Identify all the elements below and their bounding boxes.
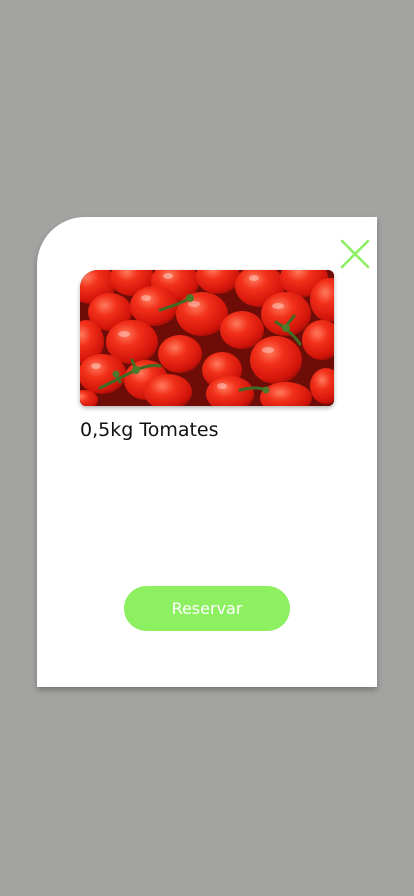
reserve-button[interactable]: Reservar: [124, 586, 290, 631]
product-image: [80, 270, 334, 406]
tomatoes-image: [80, 270, 334, 406]
close-icon: [340, 239, 370, 269]
product-modal: 0,5kg Tomates Reservar: [37, 217, 377, 687]
product-title: 0,5kg Tomates: [80, 419, 219, 441]
close-button[interactable]: [340, 239, 370, 269]
